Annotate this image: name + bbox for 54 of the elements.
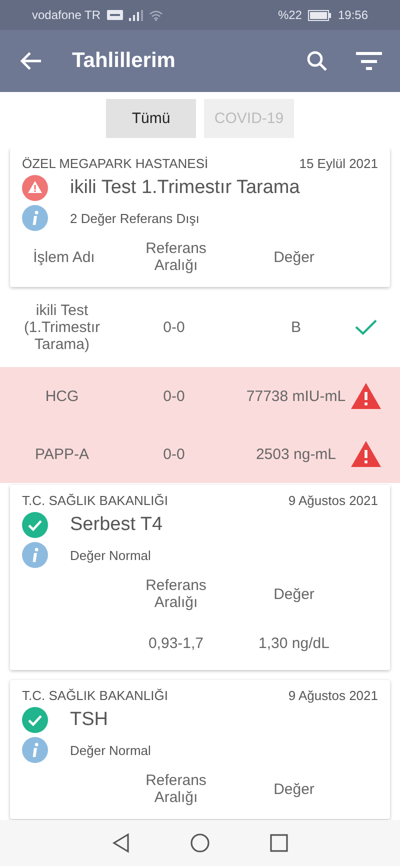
result-date: 9 Ağustos 2021 xyxy=(288,493,378,508)
info-icon xyxy=(22,737,48,763)
hospital-name: ÖZEL MEGAPARK HASTANESİ xyxy=(22,156,208,171)
reference-range: 0-0 xyxy=(162,446,186,462)
battery-percent: %22 xyxy=(278,8,302,22)
result-value: 2503 ng-mL xyxy=(254,446,338,462)
column-header: Değer xyxy=(272,586,316,602)
result-date: 15 Eylül 2021 xyxy=(299,156,378,171)
test-name: ikili Test (1.Trimestır Tarama) xyxy=(22,302,102,352)
result-card[interactable]: T.C. SAĞLIK BAKANLIĞI 9 Ağustos 2021 Serbest T4 Değer Normal Referans Aralığı Değer 0,93-1,7 1,30 ng/dL xyxy=(10,485,390,670)
filter-button[interactable] xyxy=(356,51,382,71)
result-summary: 2 Değer Referans Dışı xyxy=(70,210,200,226)
test-name: HCG xyxy=(44,388,80,404)
search-button[interactable] xyxy=(306,50,328,72)
column-header: Referans Aralığı xyxy=(144,577,208,611)
warning-icon xyxy=(350,382,382,410)
reference-range: 0-0 xyxy=(162,388,186,404)
result-summary: Değer Normal xyxy=(70,742,151,758)
check-icon xyxy=(354,318,378,336)
hospital-name: T.C. SAĞLIK BAKANLIĞI xyxy=(22,493,168,508)
test-title: TSH xyxy=(70,709,108,731)
home-nav-button[interactable] xyxy=(190,833,210,853)
hospital-name: T.C. SAĞLIK BAKANLIĞI xyxy=(22,688,168,703)
result-card[interactable]: T.C. SAĞLIK BAKANLIĞI 9 Ağustos 2021 TSH Değer Normal Referans Aralığı Değer xyxy=(10,680,390,819)
result-card[interactable]: ÖZEL MEGAPARK HASTANESİ 15 Eylül 2021 ikili Test 1.Trimestır Tarama 2 Değer Referans Dışı İşlem Adı Referans Aralığı Değer xyxy=(10,148,390,287)
result-value: B xyxy=(290,318,302,336)
column-header: Değer xyxy=(272,780,316,798)
volte-icon xyxy=(106,10,122,20)
result-summary: Değer Normal xyxy=(70,548,151,562)
info-icon xyxy=(22,205,48,231)
back-nav-button[interactable] xyxy=(112,833,130,853)
result-date: 9 Ağustos 2021 xyxy=(288,688,378,703)
carrier-name: vodafone TR xyxy=(32,8,100,22)
warning-icon xyxy=(350,440,382,468)
column-header: Referans Aralığı xyxy=(144,240,208,274)
test-title: ikili Test 1.Trimestır Tarama xyxy=(70,177,300,199)
result-value: 1,30 ng/dL xyxy=(258,634,330,652)
battery-icon xyxy=(308,10,332,20)
wifi-icon xyxy=(148,10,162,20)
page-title: Tahlillerim xyxy=(72,49,176,73)
column-header: İşlem Adı xyxy=(32,248,96,266)
test-name: PAPP-A xyxy=(34,446,90,462)
back-button[interactable] xyxy=(20,51,42,71)
signal-icon xyxy=(128,10,142,20)
filter-tab[interactable]: Tümü xyxy=(106,99,196,138)
reference-range: 0-0 xyxy=(162,318,186,336)
test-title: Serbest T4 xyxy=(70,514,163,536)
recents-nav-button[interactable] xyxy=(270,834,288,852)
info-icon xyxy=(22,542,48,568)
reference-range: 0,93-1,7 xyxy=(147,634,205,652)
column-header: Değer xyxy=(272,248,316,266)
column-header: Referans Aralığı xyxy=(144,772,208,806)
result-value: 77738 mIU-mL xyxy=(245,388,347,404)
clock: 19:56 xyxy=(338,8,368,22)
